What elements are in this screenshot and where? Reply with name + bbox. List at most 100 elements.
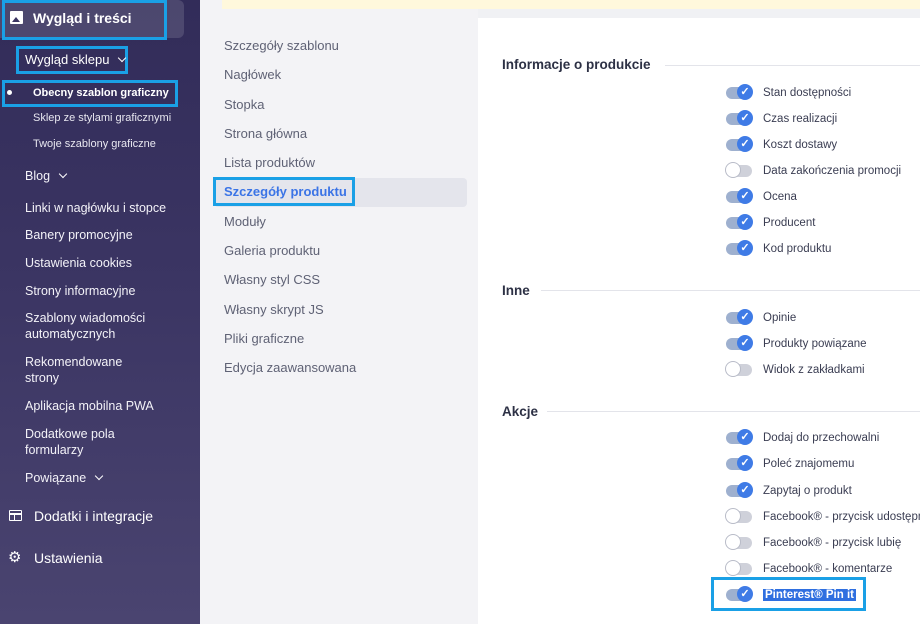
nav-item-custom-js[interactable]: Własny skrypt JS	[224, 302, 324, 317]
toggle-knob	[725, 508, 741, 524]
nav-item-template-details[interactable]: Szczegóły szablonu	[224, 38, 339, 53]
sidebar-sub-item-your-themes[interactable]: Twoje szablony graficzne	[33, 138, 156, 150]
nav-item-product-details[interactable]: Szczegóły produktu	[224, 184, 347, 199]
toggle-switch[interactable]	[725, 508, 752, 524]
toggle-knob	[725, 361, 741, 377]
option-label: Kod produktu	[763, 243, 832, 255]
section-title-actions: Akcje	[502, 404, 539, 419]
toggle-switch[interactable]	[725, 560, 752, 576]
option-row: Facebook® - przycisk lubię	[725, 534, 902, 552]
nav-item-header[interactable]: Nagłówek	[224, 67, 281, 82]
option-row: ✓ Kod produktu	[726, 240, 831, 258]
sidebar-item-message-templates[interactable]: Szablony wiadomości automatycznych	[25, 310, 165, 342]
sidebar-item-pwa[interactable]: Aplikacja mobilna PWA	[25, 398, 154, 414]
section-divider	[541, 290, 920, 291]
option-row: Facebook® - przycisk udostępnij	[725, 508, 920, 526]
template-nav: Szczegóły szablonu Nagłówek Stopka Stron…	[200, 0, 478, 624]
toggle-switch[interactable]: ✓	[726, 240, 753, 256]
toggle-switch[interactable]: ✓	[726, 84, 753, 100]
option-row: Widok z zakładkami	[725, 361, 865, 379]
toggle-switch[interactable]: ✓	[726, 136, 753, 152]
check-icon: ✓	[737, 110, 753, 126]
check-icon: ✓	[737, 84, 753, 100]
option-row: ✓ Poleć znajomemu	[726, 455, 854, 473]
section-title-other: Inne	[502, 283, 530, 298]
option-label: Facebook® - przycisk udostępnij	[763, 511, 920, 523]
option-row: ✓ Stan dostępności	[726, 84, 851, 102]
sidebar-item-settings[interactable]: Ustawienia	[34, 550, 102, 566]
check-icon: ✓	[737, 482, 753, 498]
toggle-switch[interactable]: ✓	[726, 429, 753, 445]
sidebar-item-recommended-pages[interactable]: Rekomendowane strony	[25, 354, 135, 386]
toggle-switch[interactable]: ✓	[726, 110, 753, 126]
sidebar-section-title: Wygląd i treści	[33, 10, 132, 26]
check-icon: ✓	[737, 188, 753, 204]
check-icon: ✓	[737, 214, 753, 230]
chevron-down-icon	[58, 169, 68, 179]
toggle-switch[interactable]: ✓	[726, 482, 753, 498]
option-label: Data zakończenia promocji	[763, 165, 902, 177]
nav-item-home[interactable]: Strona główna	[224, 126, 307, 141]
option-label: Czas realizacji	[763, 113, 838, 125]
nav-item-custom-css[interactable]: Własny styl CSS	[224, 272, 320, 287]
chevron-down-icon	[118, 53, 127, 63]
nav-item-advanced-edit[interactable]: Edycja zaawansowana	[224, 360, 356, 375]
section-title-product-info: Informacje o produkcie	[502, 57, 651, 72]
sidebar-sub-item-current-theme[interactable]: Obecny szablon graficzny	[33, 87, 169, 99]
nav-item-modules[interactable]: Moduły	[224, 214, 266, 229]
sidebar: Wygląd i treści Wygląd sklepu Obecny sza…	[0, 0, 200, 624]
sidebar-item-label: Powiązane	[25, 471, 87, 485]
option-label: Widok z zakładkami	[763, 364, 865, 376]
sidebar-sub-section[interactable]: Wygląd sklepu	[25, 52, 127, 67]
option-label: Produkty powiązane	[763, 338, 867, 350]
toggle-switch[interactable]	[725, 361, 752, 377]
option-label: Dodaj do przechowalni	[763, 432, 880, 444]
option-row: Data zakończenia promocji	[725, 162, 902, 180]
chevron-down-icon	[94, 471, 104, 481]
option-row: ✓ Koszt dostawy	[726, 136, 837, 154]
sidebar-item-form-fields[interactable]: Dodatkowe pola formularzy	[25, 426, 155, 458]
option-row: Facebook® - komentarze	[725, 560, 892, 578]
toggle-switch[interactable]: ✓	[726, 335, 753, 351]
toggle-knob	[725, 560, 741, 576]
option-label: Facebook® - przycisk lubię	[763, 537, 902, 549]
option-row: ✓ Produkty powiązane	[726, 335, 867, 353]
sidebar-item-related[interactable]: Powiązane	[25, 470, 104, 486]
gear-icon: ⚙	[8, 549, 22, 566]
sidebar-item-promo-banners[interactable]: Banery promocyjne	[25, 227, 133, 243]
sidebar-item-addons[interactable]: Dodatki i integracje	[34, 508, 153, 524]
check-icon: ✓	[737, 309, 753, 325]
check-icon: ✓	[737, 240, 753, 256]
option-label: Opinie	[763, 312, 797, 324]
nav-item-gallery[interactable]: Galeria produktu	[224, 243, 320, 258]
option-label: Ocena	[763, 191, 797, 203]
sidebar-item-blog[interactable]: Blog	[25, 168, 68, 184]
option-label: Stan dostępności	[763, 87, 852, 99]
option-label: Zapytaj o produkt	[763, 485, 852, 497]
option-row: ✓ Czas realizacji	[726, 110, 837, 128]
toggle-switch[interactable]	[725, 162, 752, 178]
toggle-switch[interactable]: ✓	[726, 214, 753, 230]
check-icon: ✓	[737, 136, 753, 152]
option-label: Koszt dostawy	[763, 139, 838, 151]
sidebar-sub-item-theme-store[interactable]: Sklep ze stylami graficznymi	[33, 112, 171, 124]
nav-item-product-list[interactable]: Lista produktów	[224, 155, 315, 170]
highlight-frame	[711, 577, 866, 611]
toggle-switch[interactable]	[725, 534, 752, 550]
toggle-knob	[725, 534, 741, 550]
toggle-switch[interactable]: ✓	[726, 455, 753, 471]
sidebar-item-label: Blog	[25, 169, 51, 183]
check-icon: ✓	[737, 455, 753, 471]
toggle-switch[interactable]: ✓	[726, 309, 753, 325]
option-row: ✓ Producent	[726, 214, 815, 232]
check-icon: ✓	[737, 429, 753, 445]
sidebar-item-header-footer-links[interactable]: Linki w nagłówku i stopce	[25, 200, 166, 216]
toggle-switch[interactable]: ✓	[726, 188, 753, 204]
sidebar-item-cookies[interactable]: Ustawienia cookies	[25, 255, 132, 271]
notice-bar	[222, 0, 920, 9]
sidebar-item-info-pages[interactable]: Strony informacyjne	[25, 283, 135, 299]
active-dot-icon	[7, 90, 12, 95]
section-divider	[665, 65, 920, 66]
nav-item-footer[interactable]: Stopka	[224, 97, 264, 112]
nav-item-graphic-files[interactable]: Pliki graficzne	[224, 331, 304, 346]
